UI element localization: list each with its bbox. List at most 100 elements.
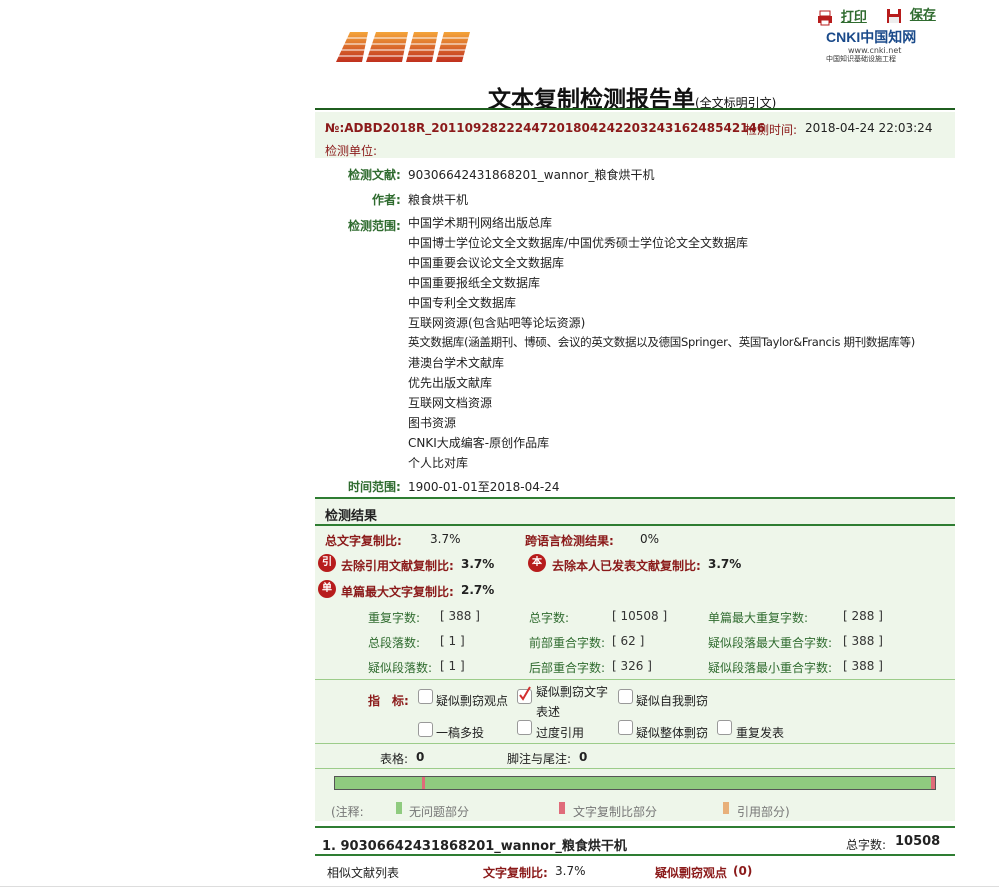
indicator-checkbox[interactable] <box>618 689 633 704</box>
time-label: 检测时间: <box>745 123 798 137</box>
indicator-text: 一稿多投 <box>436 726 485 740</box>
save-link[interactable]: 保存 <box>886 4 936 23</box>
indicator-text: 疑似整体剽窃 <box>636 726 709 740</box>
footnote-label: 脚注与尾注: <box>507 752 572 766</box>
indicator-text: 疑似自我剽窃 <box>636 694 709 708</box>
indicator-checkbox[interactable] <box>517 720 532 735</box>
self-badge-icon: 本 <box>528 554 546 572</box>
stat-label: 疑似段落数: <box>368 661 433 675</box>
doc-ratio-value: 3.7% <box>555 864 586 878</box>
stat-label: 疑似段落最小重合字数: <box>708 661 833 675</box>
excl-self-label: 去除本人已发表文献复制比: <box>552 559 701 573</box>
indicator-text: 重复发表 <box>736 726 785 740</box>
print-label[interactable]: 打印 <box>841 10 867 25</box>
range-label: 检测范围: <box>348 219 401 233</box>
stat-label: 后部重合字数: <box>529 661 606 675</box>
suspect-value: (0) <box>733 864 753 878</box>
doc-item-total-label: 总字数: <box>846 838 887 852</box>
doc-ratio-label: 文字复制比: <box>483 866 548 880</box>
doc-item-title[interactable]: 1. 90306642431868201_wannor_粮食烘干机 <box>322 835 627 854</box>
footnote-value: 0 <box>579 750 588 764</box>
results-title-divider <box>315 524 955 526</box>
doc-item-divider <box>315 854 955 856</box>
time-value: 2018-04-24 22:03:24 <box>805 121 933 135</box>
save-label[interactable]: 保存 <box>910 8 936 23</box>
legend-cite-swatch <box>723 802 729 814</box>
print-link[interactable]: 打印 <box>817 6 867 25</box>
stat-value: [ 62 ] <box>612 634 645 648</box>
cnki-logo-text: CNKI中国知网 <box>826 29 917 45</box>
stats-divider <box>315 679 955 680</box>
title-underline <box>315 108 955 110</box>
range-item: 个人比对库 <box>408 456 469 470</box>
legend-prefix: (注释: <box>331 805 364 819</box>
range-item: 互联网资源(包含贴吧等论坛资源) <box>408 316 586 330</box>
indicator-checkbox[interactable] <box>717 720 732 735</box>
indicator-text: 表述 <box>536 705 561 719</box>
indicator-checkbox[interactable] <box>517 686 532 704</box>
suspect-label: 疑似剽窃观点 <box>655 866 728 880</box>
printer-icon <box>818 10 832 25</box>
range-item: 中国重要报纸全文数据库 <box>408 276 541 290</box>
range-item: CNKI大成编客-原创作品库 <box>408 436 550 450</box>
stat-value: [ 388 ] <box>440 609 480 623</box>
stat-value: [ 10508 ] <box>612 609 668 623</box>
indicator-checkbox[interactable] <box>418 689 433 704</box>
legend-copy: 文字复制比部分 <box>573 805 658 819</box>
table-value: 0 <box>416 750 425 764</box>
results-title: 检测结果 <box>325 509 378 524</box>
doc-item-total-value: 10508 <box>895 834 941 849</box>
author-value: 粮食烘干机 <box>408 193 469 207</box>
doc-value: 90306642431868201_wannor_粮食烘干机 <box>408 168 655 182</box>
table-label: 表格: <box>380 752 409 766</box>
range-item: 中国重要会议论文全文数据库 <box>408 256 565 270</box>
stat-value: [ 1 ] <box>440 634 465 648</box>
stat-value: [ 1 ] <box>440 659 465 673</box>
doc-item-top-border <box>315 826 955 828</box>
range-item: 互联网文档资源 <box>408 396 493 410</box>
indicator-checkbox[interactable] <box>418 722 433 737</box>
cnki-logo: CNKI中国知网 www.cnki.net 中国知识基础设施工程 <box>826 28 930 64</box>
single-badge-icon: 单 <box>318 580 336 598</box>
indicator-text: 疑似剽窃文字 <box>536 685 609 699</box>
indicator-text: 疑似剽窃观点 <box>436 694 509 708</box>
report-id-panel <box>315 112 955 158</box>
similar-list-label: 相似文献列表 <box>327 866 400 880</box>
copy-ratio-bar <box>334 776 936 790</box>
legend-copy-swatch <box>559 802 565 814</box>
excl-cite-value: 3.7% <box>461 557 495 571</box>
total-ratio-value: 3.7% <box>430 532 461 546</box>
stat-value: [ 326 ] <box>612 659 652 673</box>
report-id: №:ADBD2018R_2011092822244720180424220324… <box>325 121 766 135</box>
single-max-label: 单篇最大文字复制比: <box>341 585 454 599</box>
stat-label: 单篇最大重复字数: <box>708 611 809 625</box>
author-label: 作者: <box>372 193 401 207</box>
range-item: 优先出版文献库 <box>408 376 493 390</box>
range-item: 中国博士学位论文全文数据库/中国优秀硕士学位论文全文数据库 <box>408 236 749 250</box>
stat-value: [ 388 ] <box>843 659 883 673</box>
range-item: 中国专利全文数据库 <box>408 296 517 310</box>
indicator-checkbox[interactable] <box>618 720 633 735</box>
range-item: 图书资源 <box>408 416 457 430</box>
bottom-border <box>0 886 999 887</box>
legend-cite: 引用部分) <box>737 805 790 819</box>
indicators-divider <box>315 743 955 744</box>
indicator-text: 过度引用 <box>536 726 585 740</box>
checkmark-icon <box>519 686 531 701</box>
save-icon <box>887 8 901 23</box>
stat-label: 前部重合字数: <box>529 636 606 650</box>
cnki-url: www.cnki.net <box>848 46 902 55</box>
stat-value: [ 388 ] <box>843 634 883 648</box>
legend-clean: 无问题部分 <box>409 805 470 819</box>
indicators-label: 指 标: <box>368 694 409 708</box>
range-item: 中国学术期刊网络出版总库 <box>408 216 553 230</box>
stat-label: 总字数: <box>529 611 570 625</box>
excl-cite-label: 去除引用文献复制比: <box>341 559 454 573</box>
time-range-label: 时间范围: <box>348 480 401 494</box>
cross-lang-label: 跨语言检测结果: <box>525 534 614 548</box>
copy-mark <box>931 777 935 789</box>
cite-badge-icon: 引 <box>318 554 336 572</box>
amlc-logo <box>336 30 470 64</box>
single-max-value: 2.7% <box>461 583 495 597</box>
stat-label: 总段落数: <box>368 636 421 650</box>
